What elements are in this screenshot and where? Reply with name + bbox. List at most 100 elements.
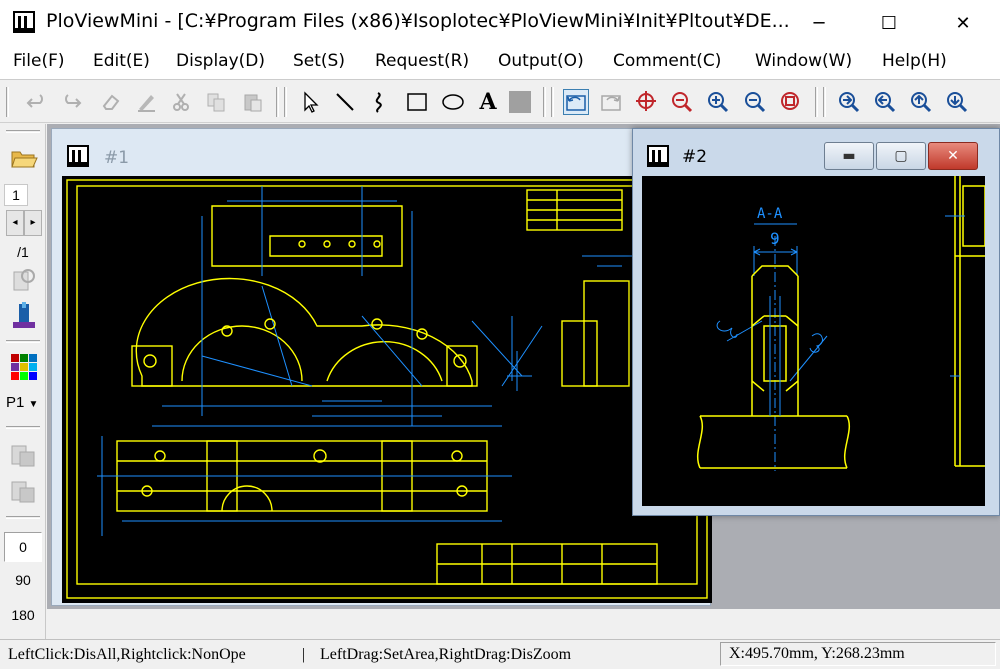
plot-icon[interactable] xyxy=(10,300,38,330)
zoom-out-button[interactable] xyxy=(742,89,768,115)
zoom-out-icon xyxy=(745,92,766,113)
copy-icon xyxy=(207,93,225,112)
menu-help[interactable]: Help(H) xyxy=(882,51,947,71)
zoom-out-2-button[interactable] xyxy=(872,89,898,115)
cut-icon xyxy=(173,93,189,111)
ellipse-icon xyxy=(442,94,464,110)
fill-rect-icon xyxy=(509,91,531,113)
rotate-180-button[interactable]: 180 xyxy=(0,607,46,623)
menu-set[interactable]: Set(S) xyxy=(293,51,345,71)
toolbar-separator xyxy=(815,87,818,117)
pen-select-value: P1 xyxy=(6,394,25,411)
menu-window[interactable]: Window(W) xyxy=(755,51,852,71)
menu-display[interactable]: Display(D) xyxy=(176,51,265,71)
page-next-icon: ▸ xyxy=(30,217,36,228)
redo-icon xyxy=(65,94,82,108)
zoom-out-2-icon xyxy=(875,92,896,113)
paste-button[interactable] xyxy=(240,89,266,115)
zoom-down-icon xyxy=(947,92,968,113)
zoom-in-button[interactable] xyxy=(705,89,731,115)
menu-comment[interactable]: Comment(C) xyxy=(613,51,721,71)
ellipse-tool[interactable] xyxy=(440,89,466,115)
zoom-down-button[interactable] xyxy=(944,89,970,115)
toolbar-separator xyxy=(6,340,40,343)
rotate-left-button[interactable] xyxy=(563,89,589,115)
minimize-icon: ▬ xyxy=(842,148,856,164)
maximize-button[interactable]: ☐ xyxy=(866,0,912,46)
freehand-icon xyxy=(375,92,382,113)
page-number-field[interactable]: 1 xyxy=(4,184,28,206)
mdi-bottom-area xyxy=(47,609,1000,639)
section-label: A-A xyxy=(757,206,783,222)
rectangle-tool[interactable] xyxy=(404,89,430,115)
page-link-icon[interactable] xyxy=(10,266,38,294)
page-total: /1 xyxy=(17,244,29,260)
menu-request[interactable]: Request(R) xyxy=(375,51,469,71)
zoom-up-icon xyxy=(911,92,932,113)
rotate-right-button[interactable] xyxy=(598,89,624,115)
minimize-button[interactable]: ─ xyxy=(796,0,842,46)
freehand-tool[interactable] xyxy=(366,89,392,115)
undo-button[interactable] xyxy=(24,89,50,115)
cad-drawing-1 xyxy=(66,179,708,599)
zoom-target-button[interactable] xyxy=(634,89,660,115)
drawing-canvas-2[interactable]: A-A 9 xyxy=(642,176,984,506)
menu-output[interactable]: Output(O) xyxy=(498,51,584,71)
pointer-icon xyxy=(304,91,319,113)
toolbar-separator xyxy=(284,87,287,117)
close-icon: ✕ xyxy=(947,148,959,164)
color-palette-icon[interactable] xyxy=(11,354,37,380)
rotate-90-button[interactable]: 90 xyxy=(0,572,46,588)
rotate-0-button[interactable]: 0 xyxy=(4,532,42,562)
status-separator: | xyxy=(302,646,306,663)
zoom-target-icon xyxy=(636,91,656,111)
toolbar: A xyxy=(0,81,1000,123)
rotate-left-icon xyxy=(566,95,586,111)
zoom-in-2-button[interactable] xyxy=(836,89,862,115)
child-close-button[interactable]: ✕ xyxy=(928,142,978,170)
pointer-tool[interactable] xyxy=(298,89,324,115)
toolbar-separator xyxy=(276,87,279,117)
drawing-canvas-1[interactable] xyxy=(62,176,712,603)
rotate-right-icon xyxy=(601,95,621,111)
cut-button[interactable] xyxy=(168,89,194,115)
toolbar-separator xyxy=(823,87,826,117)
restore-icon: ▢ xyxy=(894,148,908,164)
toolbar-separator xyxy=(6,426,40,429)
cad-drawing-edge xyxy=(945,176,986,467)
line-tool[interactable] xyxy=(332,89,358,115)
child-window-icon xyxy=(67,145,89,167)
left-toolbar: 1 ◂ ▸ /1 P1 ▼ 0 90 180 xyxy=(0,124,46,639)
child-window-2-title: #2 xyxy=(682,147,708,167)
pen-button[interactable] xyxy=(133,89,159,115)
child-minimize-button[interactable]: ▬ xyxy=(824,142,874,170)
status-coordinates: X:495.70mm, Y:268.23mm xyxy=(729,645,905,662)
copy-button[interactable] xyxy=(203,89,229,115)
menu-edit[interactable]: Edit(E) xyxy=(93,51,150,71)
layer-export-icon[interactable] xyxy=(10,478,38,504)
zoom-area-button[interactable] xyxy=(669,89,695,115)
status-hint-drag: LeftDrag:SetArea,RightDrag:DisZoom xyxy=(320,646,572,663)
pen-icon xyxy=(138,95,155,112)
toolbar-grip xyxy=(6,87,9,117)
close-button[interactable]: ✕ xyxy=(940,0,986,46)
text-tool[interactable]: A xyxy=(475,89,501,115)
eraser-button[interactable] xyxy=(98,89,124,115)
fill-rect-tool[interactable] xyxy=(507,89,533,115)
drawing-canvas-edge xyxy=(945,176,986,506)
redo-button[interactable] xyxy=(58,89,84,115)
open-folder-icon[interactable] xyxy=(10,146,38,170)
zoom-up-button[interactable] xyxy=(908,89,934,115)
status-coordinates-panel: X:495.70mm, Y:268.23mm xyxy=(720,642,996,666)
menu-file[interactable]: File(F) xyxy=(13,51,65,71)
toolbar-separator xyxy=(551,87,554,117)
zoom-fit-button[interactable] xyxy=(778,89,804,115)
child-restore-button[interactable]: ▢ xyxy=(876,142,926,170)
text-icon: A xyxy=(479,89,497,115)
page-prev-button[interactable]: ◂ xyxy=(6,210,24,236)
rectangle-icon xyxy=(407,93,427,111)
pen-select-dropdown[interactable]: P1 ▼ xyxy=(6,394,38,411)
line-icon xyxy=(336,93,354,111)
layer-print-icon[interactable] xyxy=(10,442,38,468)
page-next-button[interactable]: ▸ xyxy=(24,210,42,236)
